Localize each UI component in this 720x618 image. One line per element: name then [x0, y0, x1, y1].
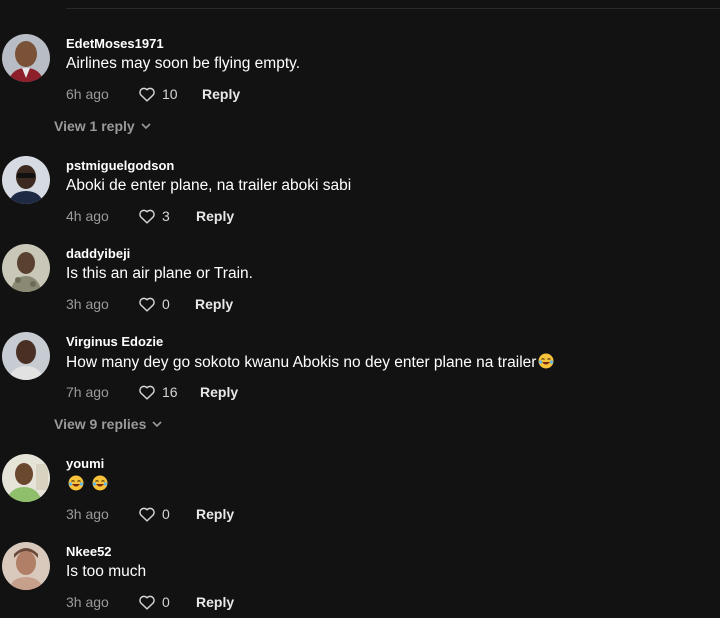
comments-panel: EdetMoses1971 Airlines may soon be flyin…: [0, 0, 720, 618]
comment-username[interactable]: youmi: [66, 456, 104, 471]
comment-text: Is too much: [66, 563, 147, 580]
comment-time: 4h ago: [66, 208, 109, 224]
comment-meta: 3h ago 0 Reply: [66, 593, 234, 611]
comment-meta: 7h ago 16 Reply: [66, 383, 238, 401]
reply-button[interactable]: Reply: [200, 384, 238, 400]
comment-time: 3h ago: [66, 594, 109, 610]
heart-outline-icon: [139, 297, 155, 312]
laughing-tears-emoji: [538, 353, 554, 369]
avatar[interactable]: [2, 156, 50, 204]
view-replies-button[interactable]: View 1 reply: [54, 118, 151, 134]
heart-outline-icon: [139, 507, 155, 522]
avatar[interactable]: [2, 332, 50, 380]
chevron-down-icon: [141, 123, 151, 130]
reply-button[interactable]: Reply: [196, 208, 234, 224]
comment-time: 7h ago: [66, 384, 109, 400]
avatar[interactable]: [2, 542, 50, 590]
avatar[interactable]: [2, 244, 50, 292]
like-count: 0: [162, 506, 170, 522]
comment-time: 3h ago: [66, 296, 109, 312]
laughing-tears-emoji: [68, 475, 84, 491]
comment-username[interactable]: Virginus Edozie: [66, 334, 163, 349]
view-replies-label: View 1 reply: [54, 118, 135, 134]
heart-outline-icon: [139, 385, 155, 400]
chevron-down-icon: [152, 421, 162, 428]
comment-username[interactable]: pstmiguelgodson: [66, 158, 174, 173]
comment-meta: 4h ago 3 Reply: [66, 207, 234, 225]
comment-username[interactable]: daddyibeji: [66, 246, 130, 261]
like-count: 16: [162, 384, 178, 400]
comment-text: Is this an air plane or Train.: [66, 265, 253, 282]
comment-text-content: How many dey go sokoto kwanu Abokis no d…: [66, 354, 537, 371]
heart-outline-icon: [139, 87, 155, 102]
comment-text: [66, 475, 108, 494]
view-replies-button[interactable]: View 9 replies: [54, 416, 162, 432]
like-button[interactable]: 0: [138, 594, 196, 610]
comment-meta: 3h ago 0 Reply: [66, 505, 234, 523]
comment-text: Aboki de enter plane, na trailer aboki s…: [66, 177, 352, 194]
comment-time: 3h ago: [66, 506, 109, 522]
like-button[interactable]: 0: [138, 506, 196, 522]
comment-username[interactable]: EdetMoses1971: [66, 36, 164, 51]
reply-button[interactable]: Reply: [202, 86, 240, 102]
comment-meta: 6h ago 10 Reply: [66, 85, 240, 103]
view-replies-label: View 9 replies: [54, 416, 147, 432]
like-count: 10: [162, 86, 178, 102]
like-button[interactable]: 3: [138, 208, 196, 224]
like-button[interactable]: 10: [138, 86, 202, 102]
like-count: 3: [162, 208, 170, 224]
avatar[interactable]: [2, 454, 50, 502]
heart-outline-icon: [139, 209, 155, 224]
reply-button[interactable]: Reply: [195, 296, 233, 312]
comment-meta: 3h ago 0 Reply: [66, 295, 233, 313]
like-count: 0: [162, 296, 170, 312]
reply-button[interactable]: Reply: [196, 594, 234, 610]
divider: [66, 8, 720, 9]
comment-text: Airlines may soon be flying empty.: [66, 55, 301, 72]
comment-username[interactable]: Nkee52: [66, 544, 112, 559]
reply-button[interactable]: Reply: [196, 506, 234, 522]
heart-outline-icon: [139, 595, 155, 610]
like-count: 0: [162, 594, 170, 610]
laughing-tears-emoji: [92, 475, 108, 491]
comment-time: 6h ago: [66, 86, 109, 102]
comment-text: How many dey go sokoto kwanu Abokis no d…: [66, 353, 554, 372]
like-button[interactable]: 0: [138, 296, 195, 312]
like-button[interactable]: 16: [138, 384, 200, 400]
avatar[interactable]: [2, 34, 50, 82]
